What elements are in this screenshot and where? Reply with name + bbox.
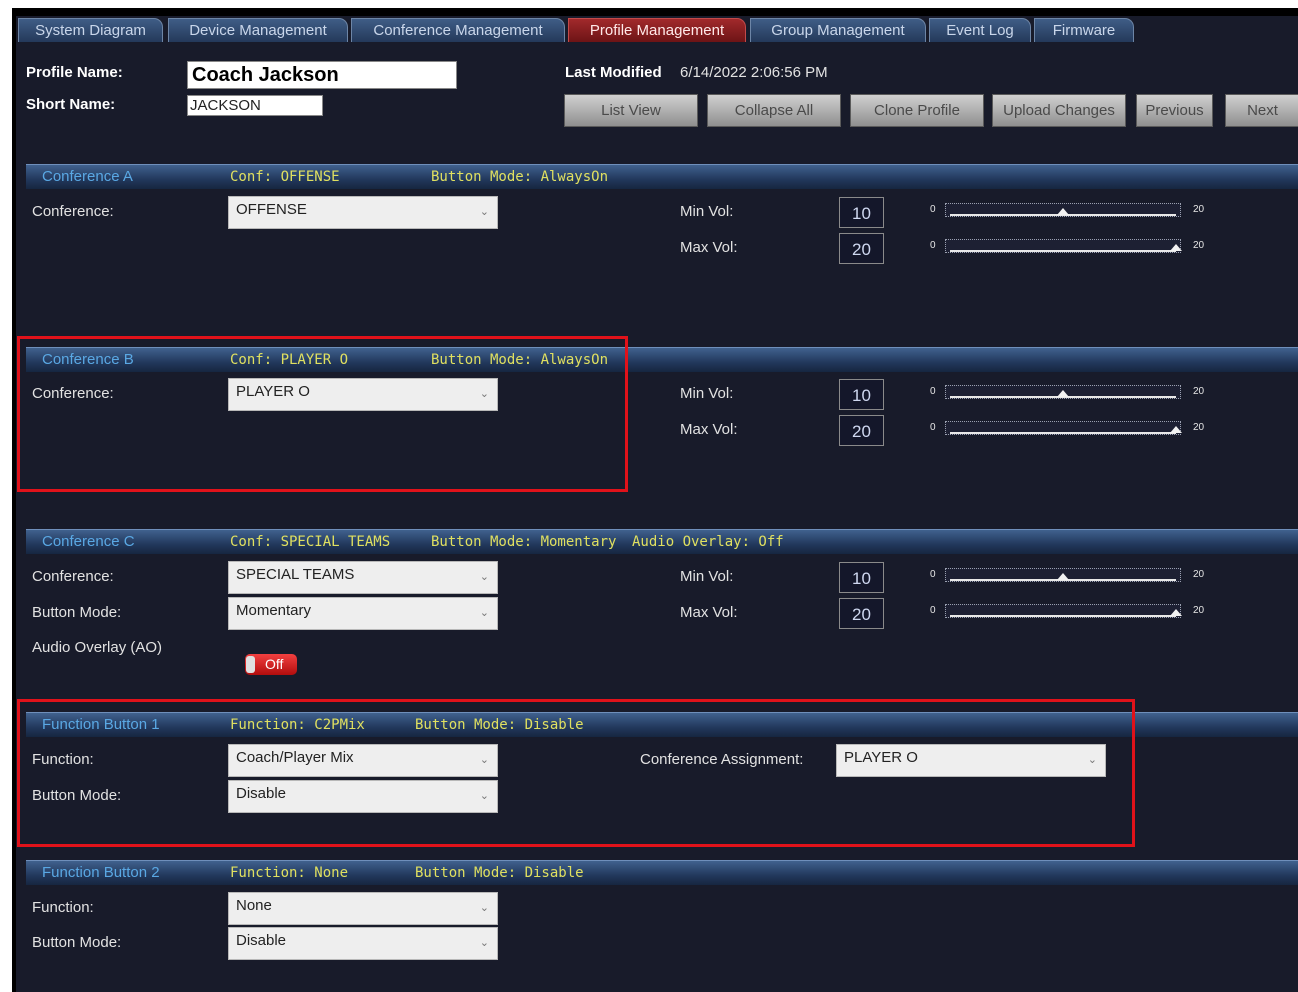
- audio-overlay-label: Audio Overlay (AO): [32, 639, 163, 656]
- slider-max-tick: 20: [1193, 569, 1205, 580]
- max-vol-slider[interactable]: [945, 239, 1182, 253]
- button-mode-select[interactable]: Disable ⌄: [228, 927, 498, 960]
- conf-info: Conf: OFFENSE: [230, 169, 340, 185]
- slider-max-tick: 20: [1193, 240, 1205, 251]
- conference-label: Conference:: [32, 568, 114, 585]
- highlight-box-conference-b: [17, 336, 628, 492]
- tab-conference-management[interactable]: Conference Management: [351, 18, 565, 42]
- tab-profile-management[interactable]: Profile Management: [568, 18, 746, 42]
- min-vol-slider[interactable]: [945, 203, 1181, 217]
- conference-c-header[interactable]: Conference C Conf: SPECIAL TEAMS Button …: [26, 529, 1298, 554]
- conference-a-header[interactable]: Conference A Conf: OFFENSE Button Mode: …: [26, 164, 1298, 189]
- profile-name-label: Profile Name:: [26, 64, 123, 81]
- max-vol-label: Max Vol:: [680, 604, 738, 621]
- min-vol-label: Min Vol:: [680, 568, 734, 585]
- min-vol-value[interactable]: 10: [839, 197, 884, 228]
- slider-thumb[interactable]: [1170, 609, 1182, 616]
- tab-firmware[interactable]: Firmware: [1034, 18, 1134, 42]
- upload-changes-button[interactable]: Upload Changes: [992, 94, 1126, 127]
- conference-a-select[interactable]: OFFENSE ⌄: [228, 196, 498, 229]
- tab-system-diagram[interactable]: System Diagram: [18, 18, 163, 42]
- chevron-down-icon: ⌄: [479, 607, 489, 619]
- last-modified-label: Last Modified: [565, 64, 662, 81]
- audio-overlay-toggle[interactable]: Off: [245, 654, 297, 675]
- mode-info: Button Mode: Momentary: [431, 534, 617, 550]
- mode-info: Button Mode: Disable: [415, 865, 584, 881]
- short-name-field[interactable]: JACKSON: [187, 95, 323, 116]
- short-name-label: Short Name:: [26, 96, 116, 113]
- chevron-down-icon: ⌄: [479, 206, 489, 218]
- max-vol-slider[interactable]: [945, 604, 1182, 618]
- slider-thumb[interactable]: [1057, 208, 1069, 215]
- slider-thumb[interactable]: [1170, 244, 1182, 251]
- slider-thumb[interactable]: [1057, 390, 1069, 397]
- min-vol-label: Min Vol:: [680, 385, 734, 402]
- function-label: Function:: [32, 899, 94, 916]
- max-vol-label: Max Vol:: [680, 421, 738, 438]
- highlight-box-function-button-1: [17, 699, 1135, 847]
- slider-max-tick: 20: [1193, 422, 1205, 433]
- function-select[interactable]: None ⌄: [228, 892, 498, 925]
- slider-thumb[interactable]: [1170, 426, 1182, 433]
- conference-label: Conference:: [32, 203, 114, 220]
- slider-min-tick: 0: [930, 569, 936, 580]
- func-info: Function: None: [230, 865, 349, 881]
- chevron-down-icon: ⌄: [479, 571, 489, 583]
- tab-event-log[interactable]: Event Log: [929, 18, 1031, 42]
- slider-max-tick: 20: [1193, 204, 1205, 215]
- tab-group-management[interactable]: Group Management: [750, 18, 926, 42]
- max-vol-value[interactable]: 20: [839, 415, 884, 446]
- slider-thumb[interactable]: [1057, 573, 1069, 580]
- slider-min-tick: 0: [930, 386, 936, 397]
- previous-button[interactable]: Previous: [1136, 94, 1213, 127]
- collapse-all-button[interactable]: Collapse All: [707, 94, 841, 127]
- slider-max-tick: 20: [1193, 386, 1205, 397]
- slider-min-tick: 0: [930, 240, 936, 251]
- min-vol-slider[interactable]: [945, 385, 1181, 399]
- min-vol-slider[interactable]: [945, 568, 1181, 582]
- section-title: Conference A: [42, 168, 133, 185]
- min-vol-label: Min Vol:: [680, 203, 734, 220]
- max-vol-slider[interactable]: [945, 421, 1182, 435]
- profile-name-field[interactable]: Coach Jackson: [187, 61, 457, 89]
- min-vol-value[interactable]: 10: [839, 379, 884, 410]
- section-title: Conference C: [42, 533, 135, 550]
- mode-info: Button Mode: AlwaysOn: [431, 169, 609, 185]
- conference-c-select[interactable]: SPECIAL TEAMS ⌄: [228, 561, 498, 594]
- function-button-2-header[interactable]: Function Button 2 Function: None Button …: [26, 860, 1298, 885]
- toggle-knob: [246, 656, 255, 673]
- overlay-info: Audio Overlay: Off: [632, 534, 784, 550]
- button-mode-label: Button Mode:: [32, 934, 122, 951]
- button-mode-select[interactable]: Momentary ⌄: [228, 597, 498, 630]
- toggle-state-label: Off: [265, 656, 284, 672]
- chevron-down-icon: ⌄: [479, 902, 489, 914]
- chevron-down-icon: ⌄: [479, 937, 489, 949]
- min-vol-value[interactable]: 10: [839, 562, 884, 593]
- slider-min-tick: 0: [930, 204, 936, 215]
- max-vol-value[interactable]: 20: [839, 598, 884, 629]
- clone-profile-button[interactable]: Clone Profile: [850, 94, 984, 127]
- tab-device-management[interactable]: Device Management: [168, 18, 348, 42]
- slider-max-tick: 20: [1193, 605, 1205, 616]
- max-vol-value[interactable]: 20: [839, 233, 884, 264]
- conf-info: Conf: SPECIAL TEAMS: [230, 534, 391, 550]
- slider-min-tick: 0: [930, 605, 936, 616]
- slider-min-tick: 0: [930, 422, 936, 433]
- next-button[interactable]: Next: [1225, 94, 1298, 127]
- button-mode-label: Button Mode:: [32, 604, 122, 621]
- last-modified-value: 6/14/2022 2:06:56 PM: [680, 64, 828, 81]
- section-title: Function Button 2: [42, 864, 160, 881]
- list-view-button[interactable]: List View: [564, 94, 698, 127]
- max-vol-label: Max Vol:: [680, 239, 738, 256]
